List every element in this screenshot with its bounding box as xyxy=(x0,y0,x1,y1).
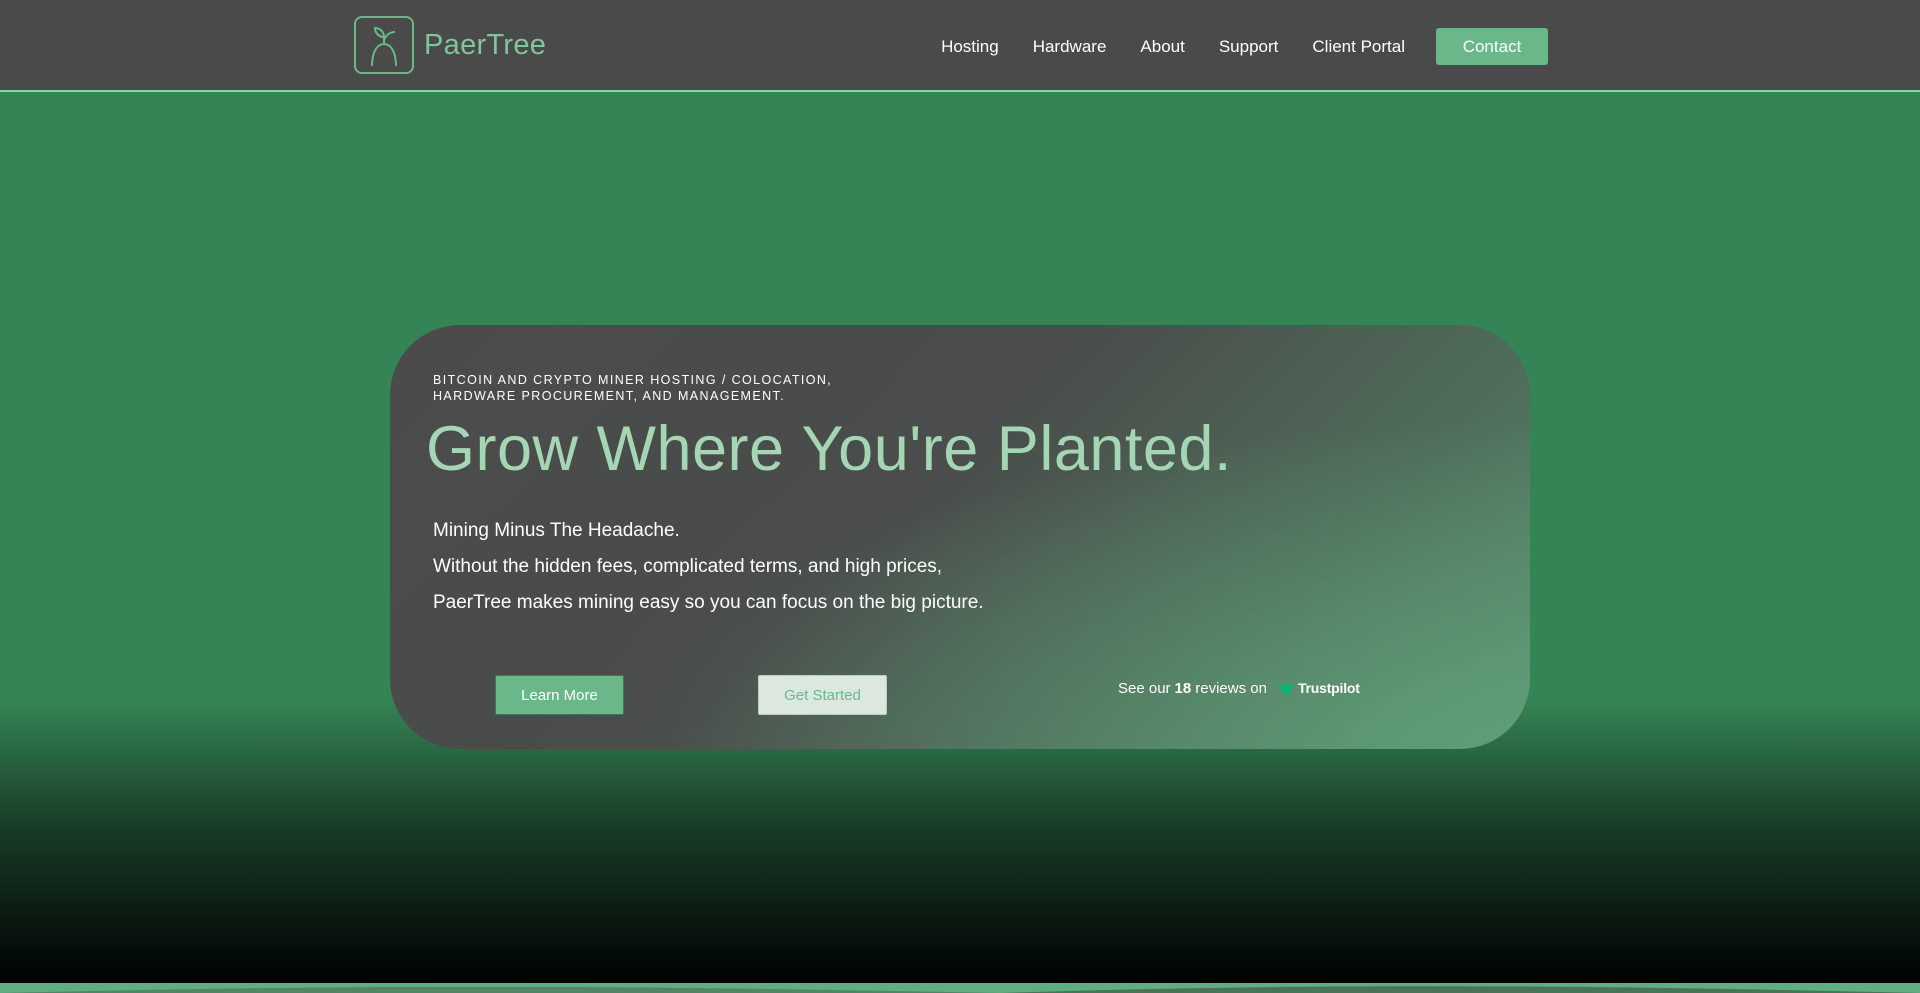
trustpilot-review-count: 18 xyxy=(1174,679,1192,697)
nav-support[interactable]: Support xyxy=(1219,29,1279,65)
nav-client-portal[interactable]: Client Portal xyxy=(1312,29,1405,65)
nav-hosting[interactable]: Hosting xyxy=(941,29,999,65)
hero-description: Mining Minus The Headache. Without the h… xyxy=(433,513,984,621)
hero-line: Without the hidden fees, complicated ter… xyxy=(433,556,943,577)
hero-line: PaerTree makes mining easy so you can fo… xyxy=(433,592,984,613)
sprout-icon xyxy=(354,16,414,74)
trustpilot-prefix: See our xyxy=(1118,679,1171,697)
nav-hardware[interactable]: Hardware xyxy=(1033,29,1107,65)
hero-line: Mining Minus The Headache. xyxy=(433,520,680,541)
nav-about[interactable]: About xyxy=(1140,29,1184,65)
hero-eyebrow-line-2: HARDWARE PROCUREMENT, AND MANAGEMENT. xyxy=(433,389,786,403)
main-nav: Hosting Hardware About Support Client Po… xyxy=(941,28,1548,65)
bottom-wave xyxy=(0,986,1920,993)
trustpilot-reviews-link[interactable]: See our 18 reviews on Trustpilot xyxy=(1118,676,1360,700)
site-header: PaerTree Hosting Hardware About Support … xyxy=(0,0,1920,92)
logo-link[interactable]: PaerTree xyxy=(354,16,546,74)
hero-eyebrow-line-1: BITCOIN AND CRYPTO MINER HOSTING / COLOC… xyxy=(433,373,833,387)
get-started-button[interactable]: Get Started xyxy=(758,675,887,715)
star-icon xyxy=(1277,679,1295,697)
logo-text: PaerTree xyxy=(424,28,547,61)
hero-card: BITCOIN AND CRYPTO MINER HOSTING / COLOC… xyxy=(390,325,1530,749)
contact-button[interactable]: Contact xyxy=(1436,28,1548,65)
trustpilot-suffix: reviews on xyxy=(1195,679,1267,697)
hero-eyebrow: BITCOIN AND CRYPTO MINER HOSTING / COLOC… xyxy=(433,372,953,404)
trustpilot-brand: Trustpilot xyxy=(1297,680,1360,696)
hero-title: Grow Where You're Planted. xyxy=(426,414,1232,484)
learn-more-button[interactable]: Learn More xyxy=(495,675,624,715)
